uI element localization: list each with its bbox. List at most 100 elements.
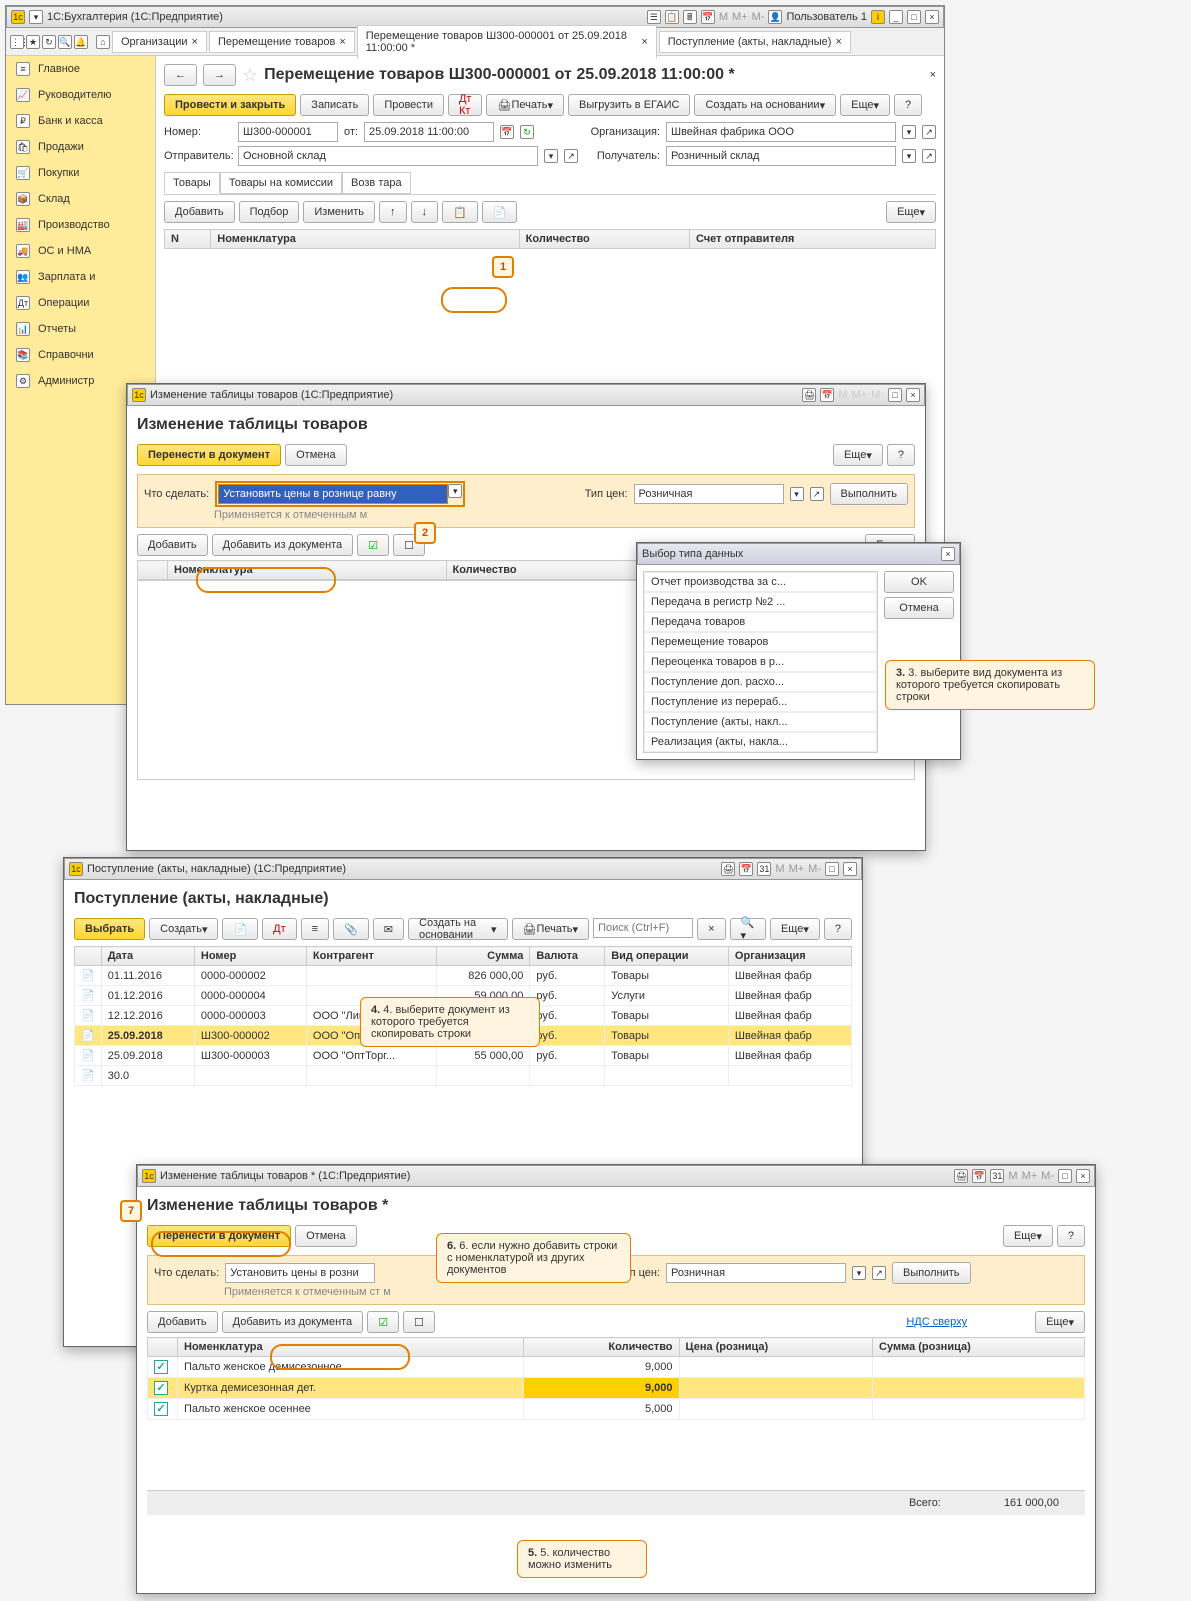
what-field[interactable]	[225, 1263, 375, 1283]
egais-button[interactable]: Выгрузить в ЕГАИС	[568, 94, 690, 116]
sidebar-item[interactable]: 🛒Покупки	[6, 160, 155, 186]
add-doc-button[interactable]: Добавить из документа	[212, 534, 354, 556]
print-button[interactable]: 🖨 Печать ▾	[512, 918, 590, 940]
more-button[interactable]: Еще ▾	[770, 918, 820, 940]
table-row[interactable]: ✓Пальто женское осеннее5,000	[148, 1399, 1085, 1420]
list-item[interactable]: Перемещение товаров	[644, 632, 877, 652]
edit-button[interactable]: Изменить	[303, 201, 375, 223]
dropdown-icon[interactable]: ▾	[29, 10, 43, 24]
close-icon[interactable]: ×	[930, 69, 936, 81]
cancel-button[interactable]: Отмена	[295, 1225, 356, 1247]
list-item[interactable]: Поступление доп. расхо...	[644, 672, 877, 692]
sidebar-item[interactable]: 📊Отчеты	[6, 316, 155, 342]
list-icon[interactable]: ≡	[301, 918, 329, 940]
sidebar-item[interactable]: 📦Склад	[6, 186, 155, 212]
nav-fwd[interactable]: →	[203, 64, 236, 86]
move-button[interactable]: Перенести в документ	[147, 1225, 291, 1247]
info-icon[interactable]: i	[871, 10, 885, 24]
mail-icon[interactable]: ✉	[373, 918, 404, 940]
base-button[interactable]: Создать на основании ▾	[408, 918, 508, 940]
list-item[interactable]: Передача в регистр №2 ...	[644, 592, 877, 612]
close-icon[interactable]: ×	[941, 547, 955, 561]
create-button[interactable]: Создать ▾	[149, 918, 218, 940]
calendar-icon[interactable]: 📅	[500, 125, 514, 139]
list-item[interactable]: Переоценка товаров в р...	[644, 652, 877, 672]
nav-back[interactable]: ←	[164, 64, 197, 86]
help-button[interactable]: ?	[894, 94, 922, 116]
type-field[interactable]	[666, 1263, 846, 1283]
subtab[interactable]: Товары	[164, 172, 220, 194]
cancel-button[interactable]: Отмена	[285, 444, 346, 466]
sender-field[interactable]	[238, 146, 538, 166]
max-icon[interactable]: □	[907, 10, 921, 24]
sidebar-item[interactable]: ≡Главное	[6, 56, 155, 82]
exec-button[interactable]: Выполнить	[892, 1262, 970, 1284]
down-button[interactable]: ↓	[411, 201, 439, 223]
find-button[interactable]: 🔍 ▾	[730, 918, 766, 940]
help-button[interactable]: ?	[824, 918, 852, 940]
search-input[interactable]	[593, 918, 693, 938]
print-button[interactable]: 🖨 Печать ▾	[486, 94, 564, 116]
list-item[interactable]: Поступление из перераб...	[644, 692, 877, 712]
tool-icon[interactable]: ☰	[647, 10, 661, 24]
exec-button[interactable]: Выполнить	[830, 483, 908, 505]
more-button[interactable]: Еще ▾	[1035, 1311, 1085, 1333]
cancel-button[interactable]: Отмена	[884, 597, 954, 619]
ok-button[interactable]: OK	[884, 571, 954, 593]
copy-button[interactable]: 📋	[442, 201, 478, 223]
sidebar-item[interactable]: ДтОперации	[6, 290, 155, 316]
sidebar-item[interactable]: ₽Банк и касса	[6, 108, 155, 134]
bell-icon[interactable]: 🔔	[74, 35, 88, 49]
type-field[interactable]	[634, 484, 784, 504]
receiver-field[interactable]	[666, 146, 896, 166]
more-button[interactable]: Еще ▾	[1003, 1225, 1053, 1247]
add-button[interactable]: Добавить	[164, 201, 235, 223]
move-button[interactable]: Перенести в документ	[137, 444, 281, 466]
pick-button[interactable]: Подбор	[239, 201, 300, 223]
select-button[interactable]: Выбрать	[74, 918, 145, 940]
subtab[interactable]: Возв тара	[342, 172, 411, 194]
check-icon[interactable]: ☑	[367, 1311, 399, 1333]
tool-icon[interactable]: 🖩	[683, 10, 697, 24]
paste-button[interactable]: 📄	[482, 201, 518, 223]
tab-doc[interactable]: Перемещение товаров Ш300-000001 от 25.09…	[357, 25, 657, 59]
more-button[interactable]: Еще ▾	[886, 201, 936, 223]
check-icon[interactable]: ☑	[357, 534, 389, 556]
record-button[interactable]: Записать	[300, 94, 369, 116]
star-icon[interactable]: ★	[26, 35, 40, 49]
num-field[interactable]	[238, 122, 338, 142]
table-row[interactable]: 📄01.11.20160000-000002826 000,00руб.Това…	[75, 966, 852, 986]
list-item[interactable]: Реализация (акты, накла...	[644, 732, 877, 752]
post-button[interactable]: Провести	[373, 94, 444, 116]
refresh-icon[interactable]: ↻	[520, 125, 534, 139]
search-icon[interactable]: 🔍	[58, 35, 72, 49]
dtkt-icon[interactable]: Дт	[262, 918, 297, 940]
vat-link[interactable]: НДС сверху	[906, 1316, 967, 1328]
list-item[interactable]: Отчет производства за с...	[644, 572, 877, 592]
tool-icon[interactable]: 📋	[665, 10, 679, 24]
clip-icon[interactable]: 📎	[333, 918, 369, 940]
tab-income[interactable]: Поступление (акты, накладные)×	[659, 31, 851, 53]
star-icon[interactable]: ☆	[242, 65, 258, 86]
home-icon[interactable]: ⌂	[96, 35, 110, 49]
uncheck-icon[interactable]: ☐	[403, 1311, 435, 1333]
table-row[interactable]: ✓Куртка демисезонная дет.9,000	[148, 1378, 1085, 1399]
tab-move[interactable]: Перемещение товаров×	[209, 31, 355, 53]
more-button[interactable]: Еще ▾	[833, 444, 883, 466]
what-field[interactable]	[218, 484, 448, 504]
table-row[interactable]: ✓Пальто женское демисезонное9,000	[148, 1357, 1085, 1378]
up-button[interactable]: ↑	[379, 201, 407, 223]
sidebar-item[interactable]: 🛍Продажи	[6, 134, 155, 160]
copy-icon[interactable]: 📄	[222, 918, 258, 940]
sidebar-item[interactable]: 🚚ОС и НМА	[6, 238, 155, 264]
list-item[interactable]: Передача товаров	[644, 612, 877, 632]
sidebar-item[interactable]: 👥Зарплата и	[6, 264, 155, 290]
add-doc-button[interactable]: Добавить из документа	[222, 1311, 364, 1333]
apps-icon[interactable]: ⋮⋮	[10, 35, 24, 49]
org-field[interactable]	[666, 122, 896, 142]
tab-org[interactable]: Организации×	[112, 31, 207, 53]
table-row[interactable]: 📄30.0	[75, 1066, 852, 1086]
subtab[interactable]: Товары на комиссии	[220, 172, 342, 194]
dtkt-button[interactable]: ДтКт	[448, 94, 483, 116]
help-button[interactable]: ?	[887, 444, 915, 466]
